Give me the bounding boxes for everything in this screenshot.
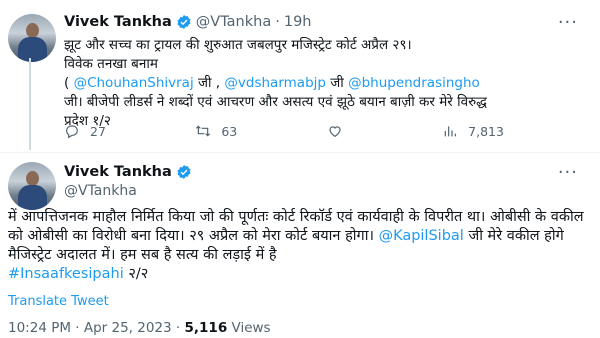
tweet-text: झूट और सच्च का ट्रायल की शुरुआत जबलपुर म… xyxy=(64,36,584,131)
mention-link[interactable]: @KapilSibal xyxy=(379,228,464,244)
views-button[interactable]: 7,813 xyxy=(442,123,504,139)
reply-count: 27 xyxy=(90,123,106,139)
thread-connector xyxy=(29,58,31,150)
action-bar: 27 63 7,813 xyxy=(64,123,504,139)
tweet-text: में आपत्तिजनक माहौल निर्मित किया जो की प… xyxy=(8,208,592,284)
tweet-header: Vivek Tankha @VTankha · 19h xyxy=(64,14,311,30)
author-handle[interactable]: @VTankha xyxy=(196,14,271,30)
views-icon xyxy=(444,126,457,137)
hashtag-link[interactable]: #Insaafkesipahi xyxy=(8,266,124,282)
like-icon xyxy=(329,126,341,138)
views-count: 7,813 xyxy=(468,123,504,139)
avatar[interactable] xyxy=(8,14,56,62)
avatar-body xyxy=(18,37,47,62)
avatar-head xyxy=(26,171,39,186)
author-name[interactable]: Vivek Tankha xyxy=(64,14,172,30)
timestamp[interactable]: 10:24 PM · Apr 25, 2023 · xyxy=(8,320,180,336)
like-button[interactable] xyxy=(327,123,353,139)
avatar-head xyxy=(26,23,39,38)
thread-counter: २/२ xyxy=(128,266,149,282)
verified-badge-icon xyxy=(177,15,191,29)
mention-link[interactable]: @ChouhanShivraj xyxy=(74,75,194,91)
retweet-button[interactable]: 63 xyxy=(195,123,237,139)
tweet-time[interactable]: 19h xyxy=(284,14,312,30)
text-line-mentions: ( @ChouhanShivraj जी , @vdsharmabjp जी @… xyxy=(64,74,584,93)
tweet-meta: 10:24 PM · Apr 25, 2023 · 5,116 Views xyxy=(8,320,271,336)
author-handle[interactable]: @VTankha xyxy=(64,183,192,199)
author-name[interactable]: Vivek Tankha xyxy=(64,164,172,180)
text-line: झूट और सच्च का ट्रायल की शुरुआत जबलपुर म… xyxy=(64,37,412,53)
reply-icon xyxy=(66,125,78,139)
tweet-first[interactable]: Vivek Tankha @VTankha · 19h ··· झूट और स… xyxy=(0,0,600,152)
separator-dot: · xyxy=(275,14,280,30)
more-icon[interactable]: ··· xyxy=(558,162,578,183)
text-line: जी। बीजेपी लीडर्स ने शब्दों एवं आचरण और … xyxy=(64,94,487,110)
verified-badge-icon xyxy=(177,165,191,179)
mention-link[interactable]: @bhupendrasingho xyxy=(348,75,480,91)
views-count: 5,116 xyxy=(184,320,228,336)
tweet-header: Vivek Tankha @VTankha xyxy=(64,164,192,199)
joiner-text: जी , xyxy=(198,75,221,91)
more-icon[interactable]: ··· xyxy=(558,12,578,33)
views-label: Views xyxy=(231,320,271,336)
reply-button[interactable]: 27 xyxy=(64,123,106,139)
mention-link[interactable]: @vdsharmabjp xyxy=(224,75,326,91)
retweet-count: 63 xyxy=(221,123,238,139)
retweet-icon xyxy=(196,125,211,137)
paren-open: ( xyxy=(64,75,70,91)
avatar[interactable] xyxy=(8,162,56,210)
avatar-body xyxy=(18,185,47,210)
tweet-second[interactable]: Vivek Tankha @VTankha ··· में आपत्तिजनक … xyxy=(0,152,600,338)
translate-tweet-link[interactable]: Translate Tweet xyxy=(8,294,109,309)
joiner-text: जी xyxy=(330,75,344,91)
text-line: विवेक तनखा बनाम xyxy=(64,56,158,72)
